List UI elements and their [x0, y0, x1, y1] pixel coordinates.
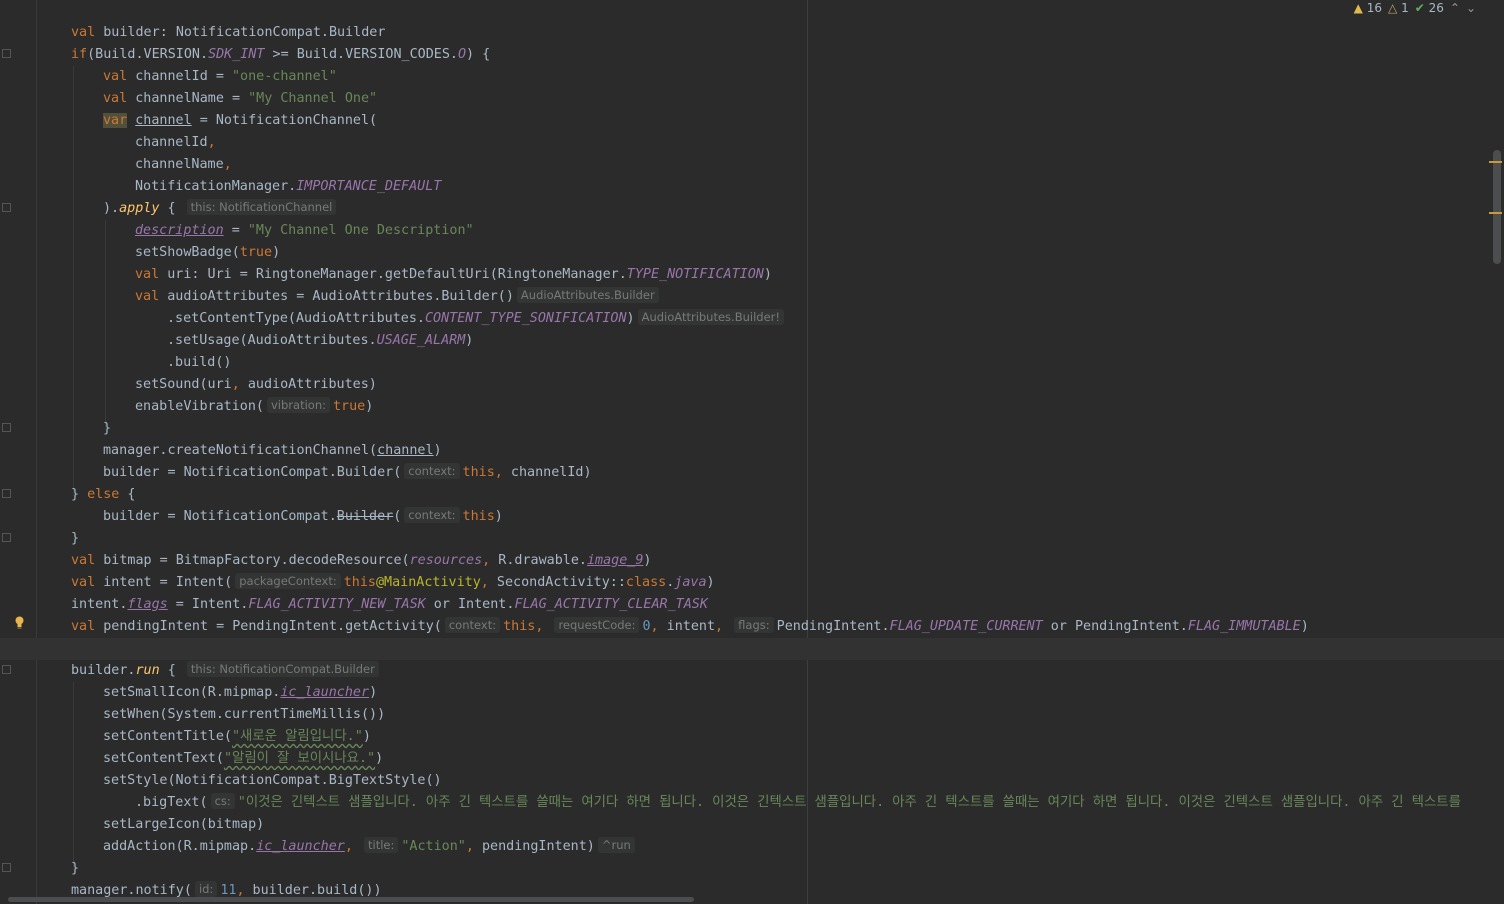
code-line: } [71, 531, 80, 546]
inlay-hint: cs: [210, 793, 235, 809]
inlay-hint: title: [364, 837, 399, 853]
error-stripe-marker[interactable] [1489, 212, 1502, 214]
code-line: val uri: Uri = RingtoneManager.getDefaul… [135, 267, 772, 282]
inlay-hint: context: [444, 617, 501, 633]
inlay-hint: ^run [597, 837, 635, 853]
inlay-hint: packageContext: [235, 573, 341, 589]
inlay-hint: requestCode: [554, 617, 640, 633]
code-line: val bitmap = BitmapFactory.decodeResourc… [71, 553, 652, 568]
weak-warning-count[interactable]: △ 1 [1388, 1, 1409, 15]
code-lines: val builder: NotificationCompat.Builder … [0, 22, 1504, 902]
code-line: if(Build.VERSION.SDK_INT >= Build.VERSIO… [71, 47, 491, 62]
weak-warning-triangle-icon: △ [1388, 1, 1398, 15]
code-line: NotificationManager.IMPORTANCE_DEFAULT [135, 179, 442, 194]
code-line: val builder: NotificationCompat.Builder [71, 25, 386, 40]
code-line: description = "My Channel One Descriptio… [135, 223, 474, 238]
warning-count[interactable]: ▲ 16 [1354, 1, 1382, 15]
code-line: .setUsage(AudioAttributes.USAGE_ALARM) [167, 333, 474, 348]
code-line: setSound(uri, audioAttributes) [135, 377, 377, 392]
warning-triangle-icon: ▲ [1353, 1, 1363, 15]
horizontal-scrollbar[interactable] [8, 897, 694, 902]
code-line: intent.flags = Intent.FLAG_ACTIVITY_NEW_… [71, 597, 708, 612]
inlay-hint: vibration: [267, 397, 330, 413]
inspection-status[interactable]: ▲ 16 △ 1 ✔ 26 ⌃ ⌄ [1354, 0, 1476, 16]
code-line: val intent = Intent(packageContext: this@… [71, 573, 715, 590]
code-line: addAction(R.mipmap.ic_launcher, title: "A… [0, 836, 1504, 858]
chevron-down-icon[interactable]: ⌄ [1466, 1, 1476, 15]
code-line: builder.run { this: NotificationCompat.B… [0, 660, 1504, 682]
vertical-scrollbar[interactable] [1493, 150, 1501, 264]
code-line: .bigText(cs: "이것은 긴텍스트 샘플입니다. 아주 긴 텍스트를 쓸… [135, 793, 1461, 810]
code-line: } else { [71, 487, 136, 502]
inlay-hint: this: NotificationCompat.Builder [186, 661, 379, 677]
code-line: setContentText("알림이 잘 보이시나요.") [103, 751, 384, 766]
chevron-up-icon[interactable]: ⌃ [1450, 1, 1460, 15]
code-line: val audioAttributes = AudioAttributes.Bu… [0, 286, 1504, 308]
code-line: channelId, [135, 135, 216, 150]
code-line: channelName, [135, 157, 232, 172]
code-line: val pendingIntent = PendingIntent.getAct… [71, 617, 1309, 634]
code-line: val channelId = "one-channel" [103, 69, 337, 84]
inlay-hint: context: [404, 507, 460, 523]
code-line: var channel = NotificationChannel( [103, 113, 378, 128]
inlay-hint: context: [404, 463, 460, 479]
code-line: setSmallIcon(R.mipmap.ic_launcher) [103, 685, 378, 700]
code-line: builder = NotificationCompat.Builder(con… [103, 463, 592, 480]
code-line: } [71, 861, 80, 876]
inlay-hint: AudioAttributes.Builder [516, 287, 659, 303]
code-line: setLargeIcon(bitmap) [103, 817, 265, 832]
inlay-hint: AudioAttributes.Builder! [637, 309, 784, 325]
code-line: builder = NotificationCompat.Builder(con… [103, 507, 503, 524]
code-line: ).apply { this: NotificationChannel [0, 198, 1504, 220]
inlay-hint: flags: [734, 617, 774, 633]
code-line: val channelName = "My Channel One" [103, 91, 378, 106]
code-line: .build() [167, 355, 232, 370]
code-editor[interactable]: val builder: NotificationCompat.Builder … [0, 0, 1504, 904]
typo-check-icon: ✔ [1414, 1, 1425, 15]
inlay-hint: this: NotificationChannel [186, 199, 337, 215]
code-line: setContentTitle("새로운 알림입니다.") [103, 729, 371, 744]
code-line: setStyle(NotificationCompat.BigTextStyle… [103, 773, 442, 788]
typo-count[interactable]: ✔ 26 [1415, 1, 1444, 15]
code-line: manager.createNotificationChannel(channe… [103, 443, 442, 458]
code-line: } [103, 421, 112, 436]
code-line: enableVibration(vibration: true) [135, 397, 374, 414]
code-line: setWhen(System.currentTimeMillis()) [103, 707, 386, 722]
current-line[interactable] [0, 638, 1504, 660]
error-stripe-marker[interactable] [1489, 161, 1502, 163]
inlay-hint: id: [194, 881, 218, 897]
code-line: .setContentType(AudioAttributes.CONTENT_… [0, 308, 1504, 330]
code-line: setShowBadge(true) [135, 245, 281, 260]
